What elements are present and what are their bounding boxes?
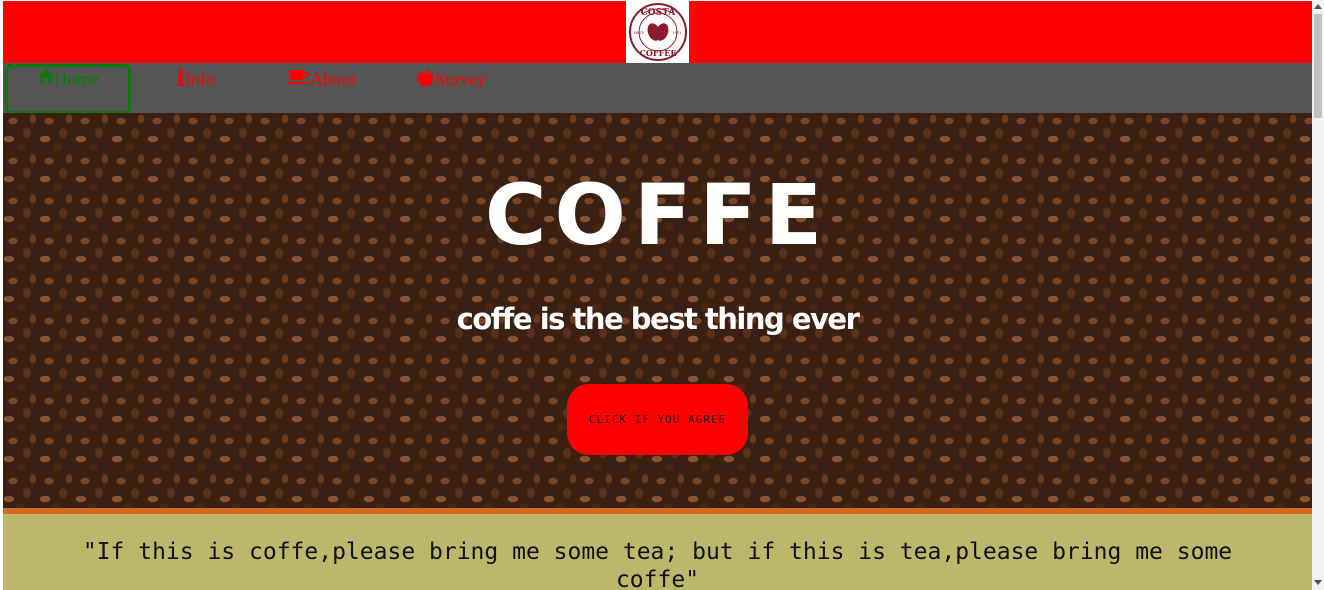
svg-text:SINCE: SINCE (633, 31, 644, 35)
scrollbar-thumb[interactable] (1314, 14, 1322, 118)
info-icon (177, 69, 184, 86)
nav-item-info[interactable]: Info (177, 67, 215, 107)
nav-item-label: Info (185, 69, 215, 89)
header-bar: COSTA COFFEE SINCE 1971 (3, 1, 1312, 63)
main-nav: Home Info About Survey (3, 63, 1312, 114)
nav-item-about[interactable]: About (288, 67, 355, 107)
nav-item-survey[interactable]: Survey (417, 67, 486, 107)
costa-logo[interactable]: COSTA COFFEE SINCE 1971 (626, 1, 689, 63)
page: COSTA COFFEE SINCE 1971 Home Info About (3, 0, 1312, 590)
costa-logo-icon: COSTA COFFEE SINCE 1971 (628, 3, 687, 61)
svg-text:COSTA: COSTA (640, 8, 676, 18)
svg-text:COFFEE: COFFEE (639, 48, 676, 58)
scroll-down-arrow-icon[interactable] (1312, 576, 1324, 588)
vertical-scrollbar[interactable] (1312, 0, 1324, 590)
nav-item-label: Survey (435, 69, 486, 89)
nav-item-label: About (310, 69, 355, 89)
hero-title: COFFE (484, 166, 831, 264)
nav-item-home[interactable]: Home (5, 64, 131, 114)
quote-section: "If this is coffe,please bring me some t… (3, 514, 1312, 590)
coffee-cup-icon (288, 69, 309, 85)
agree-button[interactable]: CLICK IF YOU AGREE (567, 384, 748, 455)
hero-banner: COFFE coffe is the best thing ever CLICK… (3, 113, 1312, 508)
nav-item-label: Home (54, 69, 99, 89)
apple-icon (417, 69, 434, 87)
scroll-up-arrow-icon[interactable] (1312, 0, 1324, 12)
hero-subtitle: coffe is the best thing ever (456, 302, 860, 336)
quote-text: "If this is coffe,please bring me some t… (82, 539, 1233, 590)
home-icon (37, 69, 54, 83)
svg-text:1971: 1971 (672, 31, 681, 35)
